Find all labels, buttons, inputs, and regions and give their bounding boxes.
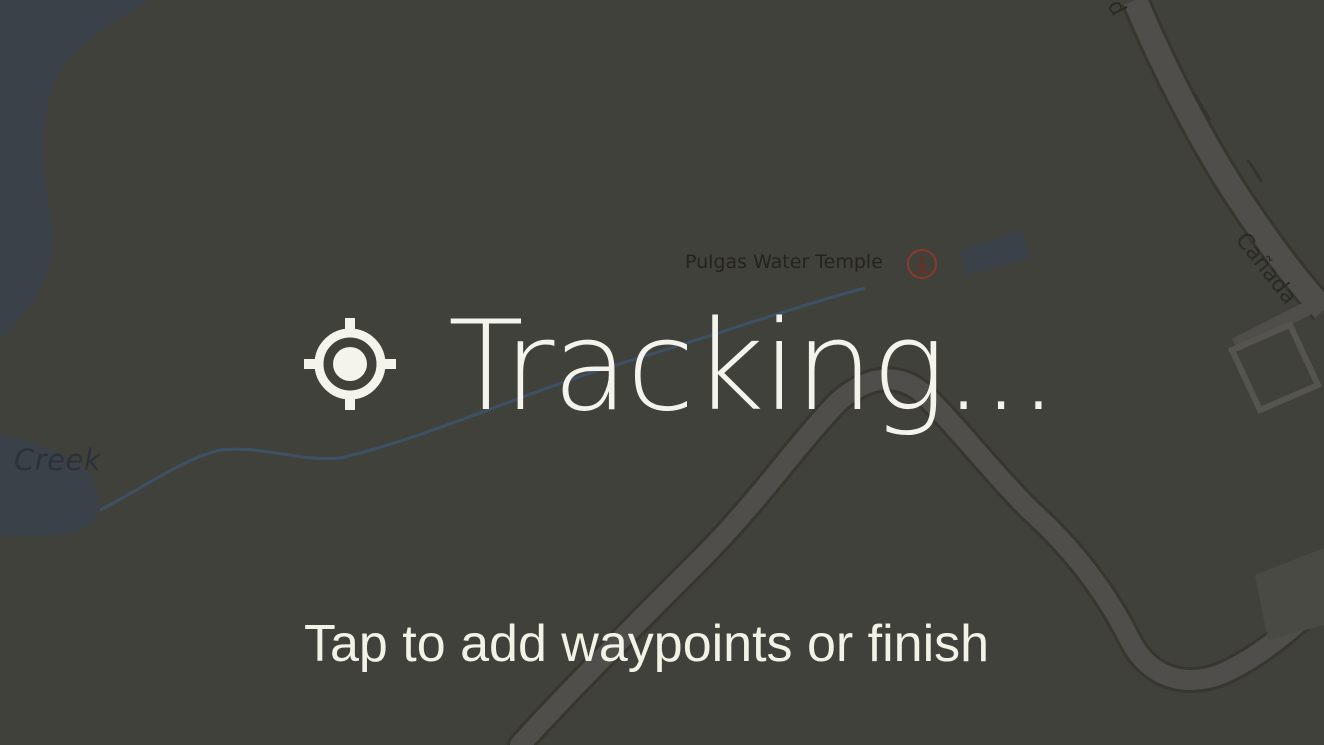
tracking-title: Tracking... bbox=[448, 295, 1058, 439]
tap-hint-text: Tap to add waypoints or finish bbox=[304, 615, 990, 673]
gps-target-icon bbox=[304, 318, 396, 410]
tracking-screen[interactable]: Creek Pulgas Water Temple Cañada d Track… bbox=[0, 0, 1324, 745]
tracking-overlay[interactable]: Tracking... Tap to add waypoints or fini… bbox=[0, 0, 1324, 745]
